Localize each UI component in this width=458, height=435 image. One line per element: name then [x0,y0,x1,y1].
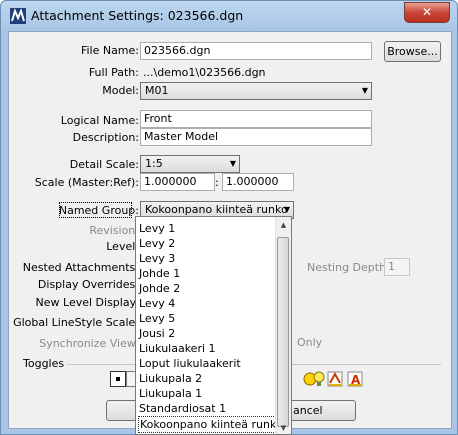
file-name-field[interactable]: 023566.dgn [140,42,372,60]
named-group-option[interactable]: Koko... [138,431,274,434]
nested-attachments-label: Nested Attachments: [22,261,139,274]
named-group-value: Kokoonpano kiinteä runko [145,203,288,216]
named-group-option[interactable]: Jousi 2 [138,326,274,341]
cancel-button-label: ancel [293,404,323,417]
scale-separator: : [215,176,219,189]
description-field[interactable]: Master Model [140,128,372,146]
title-bar[interactable]: Attachment Settings: 023566.dgn ✕ [1,1,457,31]
named-group-option[interactable]: Loput liukulaakerit [138,356,274,371]
scroll-up-icon[interactable]: ▲ [276,217,291,233]
named-group-option[interactable]: Standardiosat 1 [138,401,274,416]
scale-label: Scale (Master:Ref): [34,176,139,189]
close-button[interactable]: ✕ [404,2,450,23]
named-group-option[interactable]: Johde 2 [138,281,274,296]
logical-name-field[interactable]: Front [140,110,372,128]
detail-scale-label: Detail Scale: [69,158,139,171]
model-combo-value: M01 [145,84,169,97]
detail-scale-value: 1:5 [145,157,163,170]
nesting-depth-field[interactable]: 1 [384,258,410,276]
annotation-scale-icon[interactable]: A [347,371,363,387]
display-overrides-label: Display Overrides: [37,278,139,291]
scroll-down-icon[interactable]: ▼ [276,420,291,434]
description-label: Description: [72,131,139,144]
named-group-option[interactable]: Levy 5 [138,311,274,326]
window-title: Attachment Settings: 023566.dgn [31,8,244,23]
scroll-thumb[interactable] [277,237,289,427]
new-level-display-label: New Level Display: [35,296,139,309]
toggles-label: Toggles [23,357,65,370]
named-group-option[interactable]: Liukupala 2 [138,371,274,386]
named-group-label: Named Group: [58,204,139,217]
nesting-depth-label: Nesting Depth: [307,261,390,274]
revision-label: Revision: [89,224,139,237]
close-icon: ✕ [421,5,433,19]
named-group-option[interactable]: Liukupala 1 [138,386,274,401]
logical-name-label: Logical Name: [60,114,139,127]
named-group-option[interactable]: Liukulaakeri 1 [138,341,274,356]
cancel-button[interactable]: ancel [284,400,356,421]
display-toggle-icon[interactable] [110,371,126,387]
named-group-option[interactable]: Johde 1 [138,266,274,281]
named-group-option[interactable]: Levy 4 [138,296,274,311]
named-group-option[interactable]: Levy 1 [138,221,274,236]
detail-scale-combo[interactable]: 1:5 ▼ [140,155,240,173]
named-group-option[interactable]: Levy 2 [138,236,274,251]
named-group-dropdown-list[interactable]: Levy 1 Levy 2 Levy 3 Johde 1 Johde 2 Levy 4 Le… [135,216,292,435]
global-linestyle-scale-label: Global LineStyle Scale: [13,316,139,329]
chevron-down-icon: ▼ [361,86,368,95]
model-combo[interactable]: M01 ▼ [140,82,372,100]
scale-master-field[interactable]: 1.000000 [140,173,215,191]
synchronize-view-label: Synchronize View: [39,337,139,350]
microstation-app-icon [10,8,26,24]
model-label: Model: [102,84,139,97]
lightbulb-icon[interactable] [311,371,327,387]
scale-linestyles-icon[interactable] [327,371,343,387]
browse-button[interactable]: Browse... [384,41,441,62]
full-path-label: Full Path: [88,66,139,79]
synchronize-view-value: Only [297,336,323,349]
scale-ref-field[interactable]: 1.000000 [222,173,294,191]
dropdown-scrollbar[interactable]: ▲ ▼ [275,217,291,434]
full-path-value: ...\demo1\023566.dgn [143,66,266,79]
named-group-option[interactable]: Levy 3 [138,251,274,266]
file-name-label: File Name: [80,44,139,57]
chevron-down-icon: ▼ [229,159,236,168]
